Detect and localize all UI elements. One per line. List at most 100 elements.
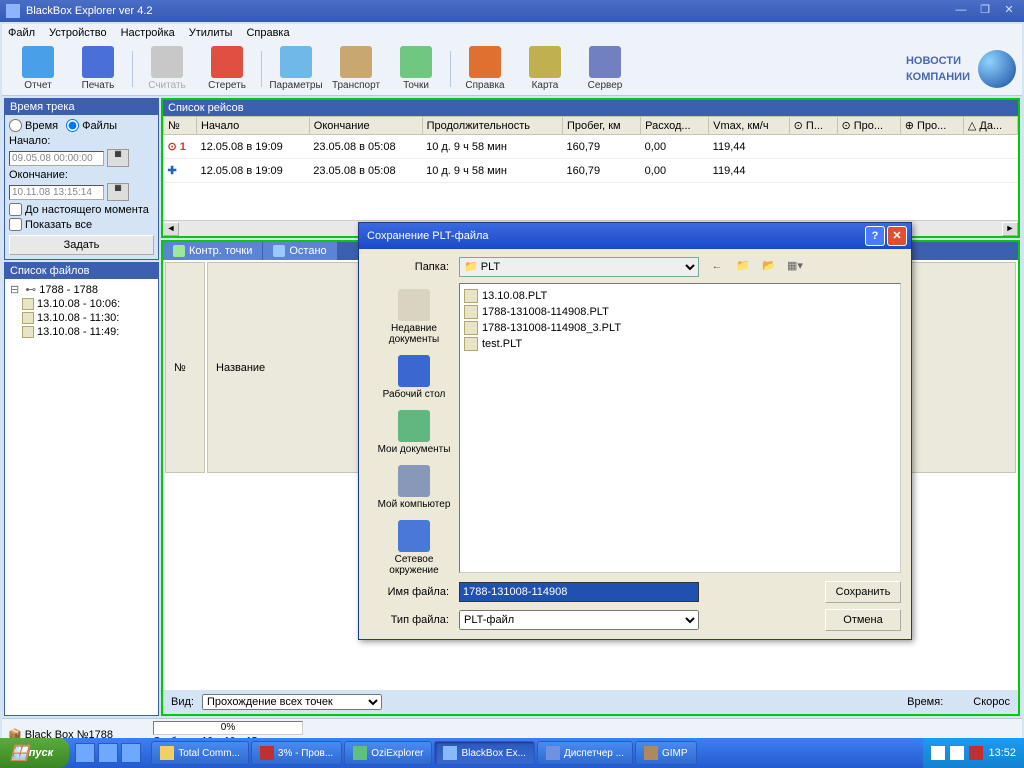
toolbar-параметры[interactable]: Параметры xyxy=(266,46,326,91)
ql-icon[interactable] xyxy=(75,743,95,763)
task-icon xyxy=(260,746,274,760)
news-banner[interactable]: НОВОСТИКОМПАНИИ xyxy=(906,50,1016,88)
place-icon xyxy=(398,289,430,321)
end-input[interactable] xyxy=(9,185,104,200)
folder-select[interactable]: 📁 PLT xyxy=(459,257,699,277)
file-tree[interactable]: ⊷ 1788 - 1788 13.10.08 - 10:06:13.10.08 … xyxy=(5,279,158,715)
list-item[interactable]: 1788-131008-114908.PLT xyxy=(464,304,896,320)
chk-until-now[interactable] xyxy=(9,203,22,216)
place-item[interactable]: Сетевое окружение xyxy=(372,516,456,580)
toolbar-карта[interactable]: Карта xyxy=(515,46,575,91)
filename-label: Имя файла: xyxy=(369,586,459,598)
task-button[interactable]: OziExplorer xyxy=(344,741,432,765)
tray-icon[interactable] xyxy=(950,746,964,760)
filetype-select[interactable]: PLT-файл xyxy=(459,610,699,630)
speed-label: Скорос xyxy=(973,696,1010,708)
track-time-header: Время трека xyxy=(5,99,158,115)
ql-icon[interactable] xyxy=(121,743,141,763)
task-button[interactable]: Total Comm... xyxy=(151,741,249,765)
set-button[interactable]: Задать xyxy=(9,235,154,255)
system-tray[interactable]: 13:52 xyxy=(923,738,1024,768)
minimize-button[interactable]: ― xyxy=(952,4,970,18)
tab-points[interactable]: Контр. точки xyxy=(163,242,263,260)
toolbar-транспорт[interactable]: Транспорт xyxy=(326,46,386,91)
tree-root[interactable]: ⊷ 1788 - 1788 xyxy=(8,282,155,297)
up-button[interactable]: 📁 xyxy=(733,257,753,277)
track-time-panel: Время трека Время Файлы Начало: ▦ Оконча… xyxy=(4,98,159,260)
menu-utils[interactable]: Утилиты xyxy=(189,27,233,39)
toolbar-icon xyxy=(400,46,432,78)
tray-icon[interactable] xyxy=(969,746,983,760)
place-item[interactable]: Рабочий стол xyxy=(372,351,456,404)
table-row[interactable]: ✚ 12.05.08 в 19:0923.05.08 в 05:0810 д. … xyxy=(164,159,1018,183)
flights-panel: Список рейсов №НачалоОкончаниеПродолжите… xyxy=(161,98,1020,238)
toolbar-icon xyxy=(589,46,621,78)
file-icon xyxy=(22,326,34,338)
clock: 13:52 xyxy=(988,747,1016,759)
place-icon xyxy=(398,355,430,387)
place-item[interactable]: Недавние документы xyxy=(372,285,456,349)
list-item[interactable]: test.PLT xyxy=(464,336,896,352)
list-item[interactable]: 1788-131008-114908_3.PLT xyxy=(464,320,896,336)
task-icon xyxy=(546,746,560,760)
quick-launch xyxy=(69,743,147,763)
filename-input[interactable] xyxy=(459,582,699,602)
ql-icon[interactable] xyxy=(98,743,118,763)
dialog-titlebar[interactable]: Сохранение PLT-файла ? ✕ xyxy=(359,223,911,249)
file-icon xyxy=(464,321,478,335)
toolbar-отчет[interactable]: Отчет xyxy=(8,46,68,91)
tree-item[interactable]: 13.10.08 - 11:30: xyxy=(8,311,155,325)
toolbar-справка[interactable]: Справка xyxy=(455,46,515,91)
menu-settings[interactable]: Настройка xyxy=(121,27,175,39)
toolbar-считать: Считать xyxy=(137,46,197,91)
place-item[interactable]: Мой компьютер xyxy=(372,461,456,514)
tab-stops[interactable]: Остано xyxy=(263,242,337,260)
file-icon xyxy=(464,337,478,351)
tree-item[interactable]: 13.10.08 - 11:49: xyxy=(8,325,155,339)
new-folder-button[interactable]: 📂 xyxy=(759,257,779,277)
toolbar-точки[interactable]: Точки xyxy=(386,46,446,91)
toolbar-сервер[interactable]: Сервер xyxy=(575,46,635,91)
start-input[interactable] xyxy=(9,151,104,166)
view-select[interactable]: Прохождение всех точек xyxy=(202,694,382,710)
radio-time[interactable]: Время xyxy=(9,119,58,132)
maximize-button[interactable]: ❐ xyxy=(976,4,994,18)
flights-header: Список рейсов xyxy=(163,100,1018,116)
task-button[interactable]: Диспетчер ... xyxy=(537,741,633,765)
save-button[interactable]: Сохранить xyxy=(825,581,901,603)
chk-show-all[interactable] xyxy=(9,218,22,231)
task-button[interactable]: 3% - Пров... xyxy=(251,741,342,765)
file-icon xyxy=(464,305,478,319)
task-button[interactable]: BlackBox Ex... xyxy=(434,741,534,765)
list-item[interactable]: 13.10.08.PLT xyxy=(464,288,896,304)
cancel-button[interactable]: Отмена xyxy=(825,609,901,631)
toolbar-icon xyxy=(22,46,54,78)
menu-device[interactable]: Устройство xyxy=(49,27,107,39)
place-icon xyxy=(398,520,430,552)
toolbar: ОтчетПечатьСчитатьСтеретьПараметрыТрансп… xyxy=(2,42,1022,96)
parking-icon xyxy=(273,245,285,257)
start-cal-button[interactable]: ▦ xyxy=(107,149,129,167)
task-icon xyxy=(644,746,658,760)
tray-icon[interactable] xyxy=(931,746,945,760)
place-item[interactable]: Мои документы xyxy=(372,406,456,459)
menu-help[interactable]: Справка xyxy=(246,27,289,39)
radio-files[interactable]: Файлы xyxy=(66,119,117,132)
task-button[interactable]: GIMP xyxy=(635,741,697,765)
file-listing[interactable]: 13.10.08.PLT1788-131008-114908.PLT1788-1… xyxy=(459,283,901,573)
view-menu-button[interactable]: ▦▾ xyxy=(785,257,805,277)
dialog-help-button[interactable]: ? xyxy=(865,226,885,246)
file-list-header: Список файлов xyxy=(5,263,158,279)
table-row[interactable]: ⊙ 112.05.08 в 19:0923.05.08 в 05:0810 д.… xyxy=(164,135,1018,159)
end-cal-button[interactable]: ▦ xyxy=(107,183,129,201)
dialog-close-button[interactable]: ✕ xyxy=(887,226,907,246)
toolbar-стереть[interactable]: Стереть xyxy=(197,46,257,91)
flights-table[interactable]: №НачалоОкончаниеПродолжительностьПробег,… xyxy=(163,116,1018,183)
menu-file[interactable]: Файл xyxy=(8,27,35,39)
toolbar-печать[interactable]: Печать xyxy=(68,46,128,91)
back-button[interactable]: ← xyxy=(707,257,727,277)
tree-item[interactable]: 13.10.08 - 10:06: xyxy=(8,297,155,311)
check-icon xyxy=(173,245,185,257)
close-button[interactable]: ✕ xyxy=(1000,4,1018,18)
start-button[interactable]: 🪟 пуск xyxy=(0,738,69,768)
